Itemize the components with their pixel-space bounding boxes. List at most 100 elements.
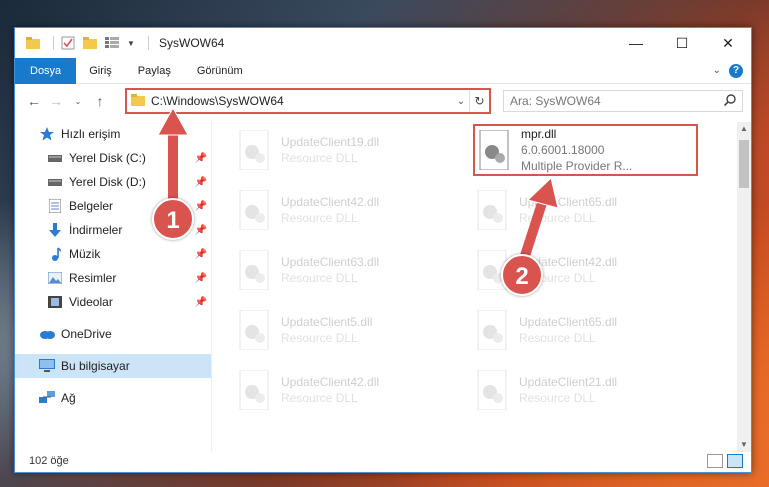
sidebar-item-videos[interactable]: Videolar 📌 [15, 290, 211, 314]
ribbon-right: ⌄ ? [713, 63, 751, 78]
sidebar-item-label: Bu bilgisayar [61, 359, 130, 373]
recent-locations-icon[interactable]: ⌄ [67, 90, 89, 112]
dll-file-icon [235, 367, 273, 413]
quick-access-separator [53, 36, 54, 50]
pin-icon[interactable]: 📌 [195, 297, 207, 308]
dll-file-icon [235, 247, 273, 293]
pin-icon[interactable]: 📌 [195, 153, 207, 164]
status-bar: 102 öğe [15, 450, 751, 472]
file-item[interactable]: UpdateClient21.dll Resource DLL [473, 364, 698, 416]
sidebar-item-network[interactable]: Ağ [15, 386, 211, 410]
pin-icon[interactable]: 📌 [195, 177, 207, 188]
minimize-button[interactable]: — [613, 28, 659, 58]
window-controls: — ☐ ✕ [613, 28, 751, 58]
pin-icon[interactable]: 📌 [195, 273, 207, 284]
file-type: Resource DLL [281, 271, 358, 285]
tab-view[interactable]: Görünüm [184, 58, 256, 84]
sidebar-item-label: İndirmeler [69, 223, 123, 237]
sidebar-item-music[interactable]: Müzik 📌 [15, 242, 211, 266]
file-type: Resource DLL [519, 391, 596, 405]
title-bar: ▼ SysWOW64 — ☐ ✕ [15, 28, 751, 58]
pin-icon[interactable]: 📌 [195, 249, 207, 260]
file-item[interactable]: UpdateClient63.dll Resource DLL [235, 244, 460, 296]
sidebar-item-this-pc[interactable]: Bu bilgisayar [15, 354, 211, 378]
properties-icon[interactable] [60, 35, 76, 51]
sidebar-item-disk-c[interactable]: Yerel Disk (C:) 📌 [15, 146, 211, 170]
file-type: Resource DLL [281, 331, 358, 345]
dll-file-icon [235, 187, 273, 233]
sidebar-item-label: OneDrive [61, 327, 112, 341]
sidebar-item-onedrive[interactable]: OneDrive [15, 322, 211, 346]
file-name: UpdateClient42.dll [281, 375, 380, 389]
search-placeholder[interactable]: Ara: SysWOW64 [510, 94, 601, 108]
file-description: Multiple Provider R... [521, 159, 633, 173]
file-type: Resource DLL [519, 211, 596, 225]
tab-share[interactable]: Paylaş [125, 58, 184, 84]
dll-file-icon [235, 307, 273, 353]
expand-ribbon-icon[interactable]: ⌄ [713, 65, 721, 76]
sidebar-item-label: Videolar [69, 295, 113, 309]
download-icon [47, 222, 63, 238]
file-type: Resource DLL [281, 391, 358, 405]
file-type: Resource DLL [281, 211, 358, 225]
tiles-view-icon[interactable] [727, 454, 743, 468]
address-path[interactable]: C:\Windows\SysWOW64 [151, 94, 284, 108]
document-icon [47, 198, 63, 214]
sidebar-item-quick-access[interactable]: Hızlı erişim [15, 122, 211, 146]
file-item[interactable]: UpdateClient5.dll Resource DLL [235, 304, 460, 356]
up-arrow-icon[interactable]: ↑ [89, 90, 111, 112]
sidebar-item-label: Yerel Disk (D:) [69, 175, 146, 189]
music-icon [47, 246, 63, 262]
callout-1: 1 [152, 198, 194, 240]
dll-file-icon [235, 127, 273, 173]
ribbon-tabs: Dosya Giriş Paylaş Görünüm ⌄ ? [15, 57, 751, 84]
tab-file[interactable]: Dosya [15, 57, 77, 84]
folder-icon [25, 35, 41, 51]
file-item[interactable]: UpdateClient65.dll Resource DLL [473, 184, 698, 236]
window-title: SysWOW64 [159, 36, 225, 50]
forward-arrow-icon[interactable]: → [45, 90, 67, 112]
pane-divider [211, 122, 212, 452]
pin-icon[interactable]: 📌 [195, 225, 207, 236]
pictures-icon [47, 270, 63, 286]
scroll-thumb[interactable] [739, 140, 749, 188]
refresh-icon[interactable]: ↻ [469, 90, 489, 112]
explorer-window: ▼ SysWOW64 — ☐ ✕ Dosya Giriş Paylaş Görü… [14, 27, 752, 473]
file-item-mpr-dll[interactable]: mpr.dll 6.0.6001.18000 Multiple Provider… [473, 124, 698, 176]
file-type: Resource DLL [519, 331, 596, 345]
search-box[interactable]: Ara: SysWOW64 [503, 90, 743, 112]
file-name: UpdateClient19.dll [281, 135, 380, 149]
file-item[interactable]: UpdateClient42.dll Resource DLL [235, 184, 460, 236]
drive-icon [47, 150, 63, 166]
file-item[interactable]: UpdateClient19.dll Resource DLL [235, 124, 460, 176]
scroll-up-icon[interactable]: ▲ [737, 122, 751, 136]
customize-toolbar-icon[interactable] [104, 35, 120, 51]
sidebar-item-pictures[interactable]: Resimler 📌 [15, 266, 211, 290]
sidebar-item-label: Belgeler [69, 199, 114, 213]
search-icon[interactable] [723, 93, 736, 109]
sidebar-item-disk-d[interactable]: Yerel Disk (D:) 📌 [15, 170, 211, 194]
close-button[interactable]: ✕ [705, 28, 751, 58]
file-item[interactable]: UpdateClient42.dll Resource DLL [235, 364, 460, 416]
file-name: UpdateClient5.dll [281, 315, 373, 329]
sidebar-item-label: Hızlı erişim [61, 127, 121, 141]
vertical-scrollbar[interactable]: ▲ ▼ [737, 122, 751, 452]
maximize-button[interactable]: ☐ [659, 28, 705, 58]
dll-file-icon [473, 187, 511, 233]
file-item[interactable]: UpdateClient65.dll Resource DLL [473, 304, 698, 356]
details-view-icon[interactable] [707, 454, 723, 468]
pin-icon[interactable]: 📌 [195, 201, 207, 212]
new-folder-icon[interactable] [82, 35, 98, 51]
sidebar-item-label: Ağ [61, 391, 76, 405]
sidebar-item-label: Müzik [69, 247, 101, 261]
address-bar[interactable]: C:\Windows\SysWOW64 ⌄ ↻ [125, 88, 491, 114]
help-icon[interactable]: ? [729, 63, 743, 78]
back-arrow-icon[interactable]: ← [23, 90, 45, 112]
tab-home[interactable]: Giriş [76, 58, 125, 84]
chevron-down-icon[interactable]: ⌄ [453, 96, 469, 107]
dll-file-icon [475, 127, 513, 173]
dll-file-icon [473, 367, 511, 413]
view-switcher [707, 454, 751, 468]
drive-icon [47, 174, 63, 190]
chevron-down-icon[interactable]: ▼ [126, 35, 136, 51]
